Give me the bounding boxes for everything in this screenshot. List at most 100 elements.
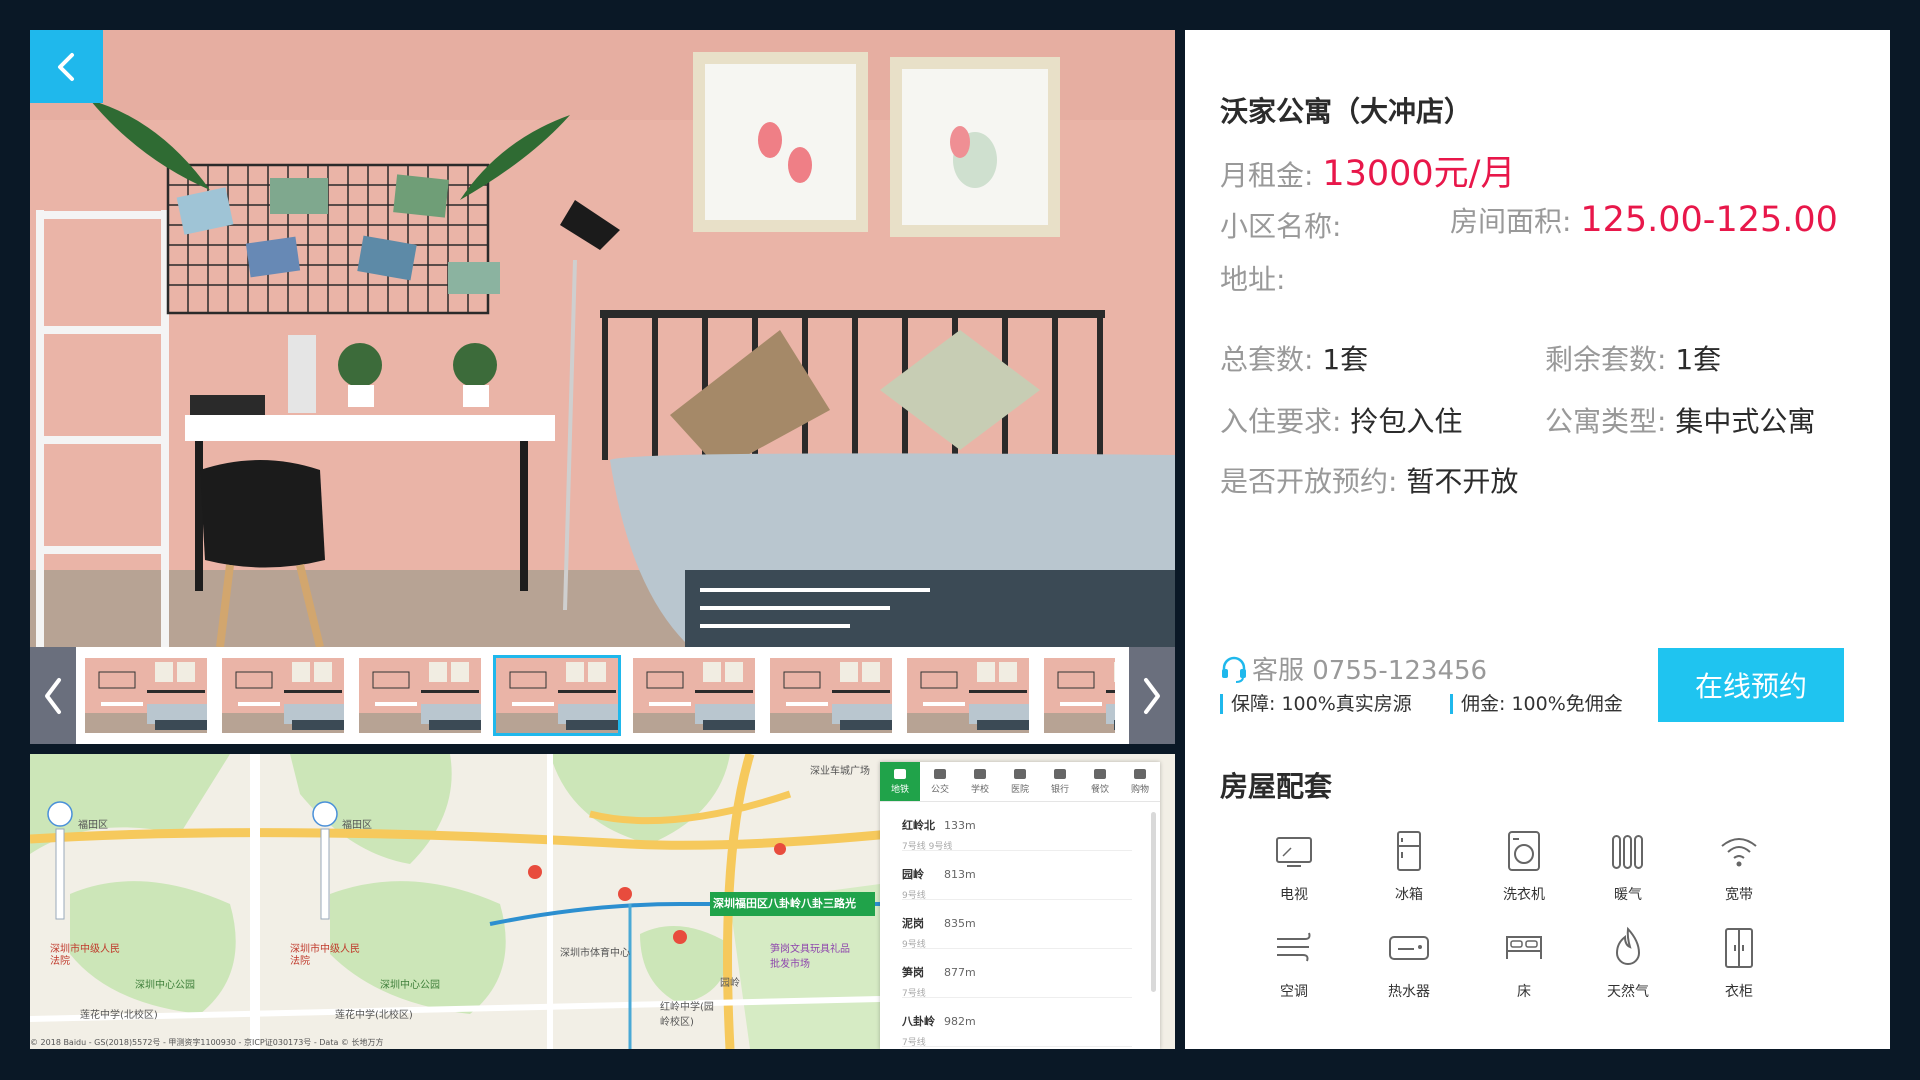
thumbnail-7[interactable] <box>907 658 1029 733</box>
wifi-icon <box>1721 838 1757 867</box>
area-value: 125.00-125.00 <box>1580 200 1838 240</box>
map-label-park: 深圳中心公园 <box>135 980 195 991</box>
map-label-district: 福田区 <box>78 820 108 831</box>
main-room-photo <box>30 30 1175 647</box>
ac-icon <box>1277 932 1311 962</box>
total-units-value: 1套 <box>1322 343 1369 376</box>
gas-icon <box>1615 926 1641 965</box>
remaining-units-value: 1套 <box>1675 343 1722 376</box>
thumbnail-image <box>770 658 892 733</box>
map-label-hongling: 红岭中学(园岭校区) <box>660 1002 714 1028</box>
thumbnail-1[interactable] <box>85 658 207 733</box>
station-name: 笋岗 <box>902 966 924 979</box>
map-tab-6[interactable]: 购物 <box>1120 762 1160 801</box>
thumbnail-prev-button[interactable] <box>30 647 76 744</box>
thumbnail-image <box>85 658 207 733</box>
map-tab-0[interactable]: 地铁 <box>880 762 920 801</box>
map-tab-3[interactable]: 医院 <box>1000 762 1040 801</box>
amenity-label: 冰箱 <box>1395 887 1423 903</box>
amenity-label: 热水器 <box>1388 984 1430 1000</box>
map-tab-5[interactable]: 餐饮 <box>1080 762 1120 801</box>
total-units-row: 总套数: 1套 <box>1220 338 1368 378</box>
map-tab-icon <box>1014 768 1026 779</box>
thumbnail-6[interactable] <box>770 658 892 733</box>
map-tab-icon <box>1134 768 1146 779</box>
thumbnail-5[interactable] <box>633 658 755 733</box>
booking-open-row: 是否开放预约: 暂不开放 <box>1220 460 1518 500</box>
map-label-yuanling: 园岭 <box>720 978 740 989</box>
listing-info-panel: 沃家公寓（大冲店） 月租金: 13000元/月 小区名称: 房间面积: 125.… <box>1185 30 1890 1049</box>
amenity-label: 床 <box>1517 984 1531 1000</box>
checkin-value: 拎包入住 <box>1350 405 1463 438</box>
map-tab-1[interactable]: 公交 <box>920 762 960 801</box>
map-tab-2[interactable]: 学校 <box>960 762 1000 801</box>
thumbnail-strip <box>85 647 1115 744</box>
station-item[interactable]: 笋岗 877m 7号线 <box>902 949 1132 999</box>
commission-text: 佣金: 100%免佣金 <box>1450 694 1623 714</box>
rent-row: 月租金: 13000元/月 <box>1220 145 1515 196</box>
amenity-wardrobe: 衣柜 <box>1694 925 1784 1001</box>
station-distance: 813m <box>944 868 976 881</box>
station-list-scrollbar[interactable] <box>1151 812 1156 992</box>
station-list: 红岭北 133m 7号线 9号线 园岭 813m 9号线 泥岗 835m 9号线笋岗 877m 7号… <box>880 802 1160 1048</box>
amenity-water-heater: 热水器 <box>1364 925 1454 1001</box>
location-map[interactable]: 福田区 福田区 深圳市中级人民法院 深圳市中级人民法院 深圳中心公园 深圳中心公… <box>30 754 1175 1049</box>
map-tab-label: 学校 <box>970 784 989 795</box>
wardrobe-icon <box>1725 928 1753 968</box>
listing-title: 沃家公寓（大冲店） <box>1220 95 1473 128</box>
rent-label: 月租金: <box>1220 159 1314 192</box>
thumbnail-8[interactable] <box>1044 658 1115 733</box>
map-tab-label: 餐饮 <box>1090 784 1109 795</box>
map-copyright: © 2018 Baidu - GS(2018)5572号 - 甲测资字11009… <box>30 1038 384 1047</box>
station-item[interactable]: 泥岗 835m 9号线 <box>902 900 1132 950</box>
apartment-type-label: 公寓类型: <box>1545 405 1667 438</box>
thumbnail-image <box>496 658 618 733</box>
station-distance: 877m <box>944 966 976 979</box>
area-label: 房间面积: <box>1450 205 1572 238</box>
online-booking-button[interactable]: 在线预约 <box>1658 648 1844 722</box>
map-tab-label: 银行 <box>1050 784 1069 795</box>
map-tab-label: 购物 <box>1130 784 1149 795</box>
customer-service: 客服 0755-123456 <box>1220 650 1487 687</box>
station-item[interactable]: 红岭北 133m 7号线 9号线 <box>902 802 1132 852</box>
chevron-left-icon <box>57 52 74 81</box>
station-distance: 133m <box>944 819 976 832</box>
fridge-icon <box>1397 831 1421 871</box>
chevron-right-icon <box>1144 677 1160 714</box>
community-label: 小区名称: <box>1220 210 1342 243</box>
water-heater-icon <box>1389 936 1429 960</box>
station-item[interactable]: 八卦岭 982m 7号线 <box>902 998 1132 1048</box>
map-label-stadium: 深圳市体育中心 <box>560 948 630 959</box>
station-name: 八卦岭 <box>902 1015 935 1028</box>
amenity-label: 天然气 <box>1607 984 1649 1000</box>
area-row: 房间面积: 125.00-125.00 <box>1450 200 1838 240</box>
station-item[interactable]: 园岭 813m 9号线 <box>902 851 1132 901</box>
back-button[interactable] <box>30 30 103 103</box>
map-label-market: 笋岗文具玩具礼品批发市场 <box>770 944 850 970</box>
thumbnail-next-button[interactable] <box>1129 647 1175 744</box>
amenity-label: 衣柜 <box>1725 984 1753 1000</box>
amenity-bed: 床 <box>1479 925 1569 1001</box>
thumbnail-4[interactable] <box>493 655 621 736</box>
amenity-label: 空调 <box>1280 984 1308 1000</box>
remaining-units-row: 剩余套数: 1套 <box>1545 338 1721 378</box>
address-label: 地址: <box>1220 263 1286 296</box>
thumbnail-image <box>222 658 344 733</box>
station-name: 泥岗 <box>902 917 924 930</box>
address-row: 地址: <box>1220 258 1285 298</box>
map-tab-icon <box>1094 768 1106 779</box>
booking-open-value: 暂不开放 <box>1406 465 1519 498</box>
thumbnail-2[interactable] <box>222 658 344 733</box>
map-route-label: 深圳福田区八卦岭八卦三路光 <box>713 897 856 910</box>
station-lines: 7号线 <box>902 1038 926 1048</box>
amenity-wifi: 宽带 <box>1694 828 1784 904</box>
thumbnail-bar <box>30 647 1175 744</box>
tv-icon <box>1276 837 1312 867</box>
map-tab-4[interactable]: 银行 <box>1040 762 1080 801</box>
amenity-label: 洗衣机 <box>1503 887 1545 903</box>
thumbnail-3[interactable] <box>359 658 481 733</box>
photo-gallery <box>30 30 1175 744</box>
room-photo-illustration <box>30 30 1175 647</box>
map-tab-label: 公交 <box>930 784 949 795</box>
checkin-label: 入住要求: <box>1220 405 1342 438</box>
